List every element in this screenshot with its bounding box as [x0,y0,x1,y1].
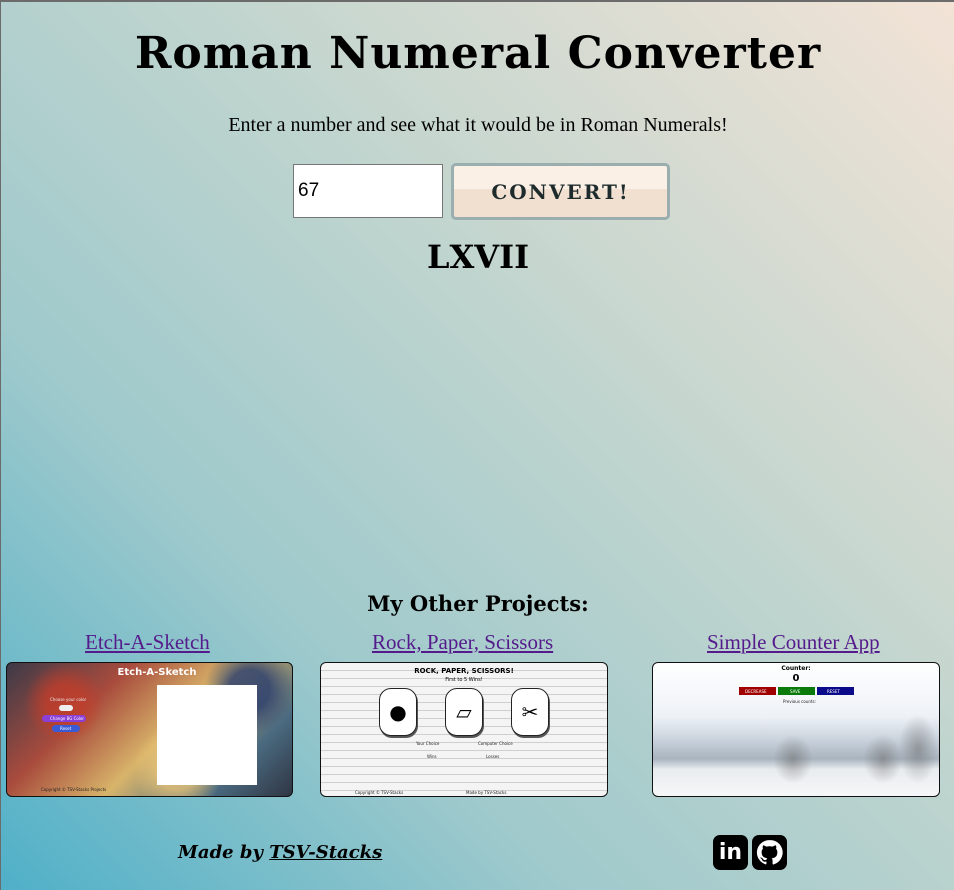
simple-counter-preview[interactable]: Counter: 0 DECREASE SAVE RESET Previous … [652,662,940,797]
footer-credit: Made by TSV-Stacks [178,842,382,863]
page-subtitle: Enter a number and see what it would be … [228,114,728,136]
preview-title: Etch-A-Sketch [117,667,197,678]
preview-note: Previous counts: [783,699,816,704]
save-button-preview: SAVE [778,687,815,695]
preview-footer: Copyright © TSV-Stacks [355,790,404,795]
page-title: Roman Numeral Converter [134,28,822,79]
number-input[interactable] [293,164,443,218]
etch-a-sketch-preview[interactable]: Etch-A-Sketch Choose your color Change B… [6,662,293,797]
projects-heading: My Other Projects: [367,591,589,616]
preview-title: ROCK, PAPER, SCISSORS! [414,667,514,675]
your-choice-label: Your Choice [416,741,440,746]
rock-icon: ● [379,688,417,736]
tree-image [863,734,903,784]
color-swatch-icon [59,705,73,711]
rock-paper-scissors-preview[interactable]: ROCK, PAPER, SCISSORS! First to 5 Wins! … [320,662,608,797]
project-link-simple-counter-app[interactable]: Simple Counter App [707,630,880,655]
convert-button[interactable]: CONVERT! [451,163,670,220]
scissors-icon: ✂ [511,688,549,736]
preview-prompt: Choose your color [50,697,87,702]
preview-count: 0 [792,673,800,684]
preview-footer: Made by TSV-Stacks [466,790,507,795]
linkedin-icon[interactable]: in [713,835,748,870]
project-link-rock-paper-scissors[interactable]: Rock, Paper, Scissors [372,630,553,655]
preview-button: Reset [52,725,80,732]
computer-choice-label: Computer Choice [478,741,513,746]
decrease-button-preview: DECREASE [739,687,776,695]
github-icon[interactable] [752,835,787,870]
sketch-canvas [157,685,257,785]
losses-label: Losses [486,754,500,759]
author-link[interactable]: TSV-Stacks [269,842,382,863]
preview-button: Change BG Color [42,715,86,722]
tree-image [773,734,813,784]
wins-label: Wins [427,754,437,759]
reset-button-preview: RESET [817,687,854,695]
preview-title: Counter: [781,665,811,672]
paper-icon: ▱ [445,688,483,736]
footer-prefix: Made by [178,842,270,863]
tree-image [898,714,938,784]
preview-subtitle: First to 5 Wins! [445,677,483,683]
project-link-etch-a-sketch[interactable]: Etch-A-Sketch [85,630,210,655]
preview-footer: Copyright © TSV-Stacks Projects [41,787,107,792]
roman-result: LXVII [426,238,530,276]
